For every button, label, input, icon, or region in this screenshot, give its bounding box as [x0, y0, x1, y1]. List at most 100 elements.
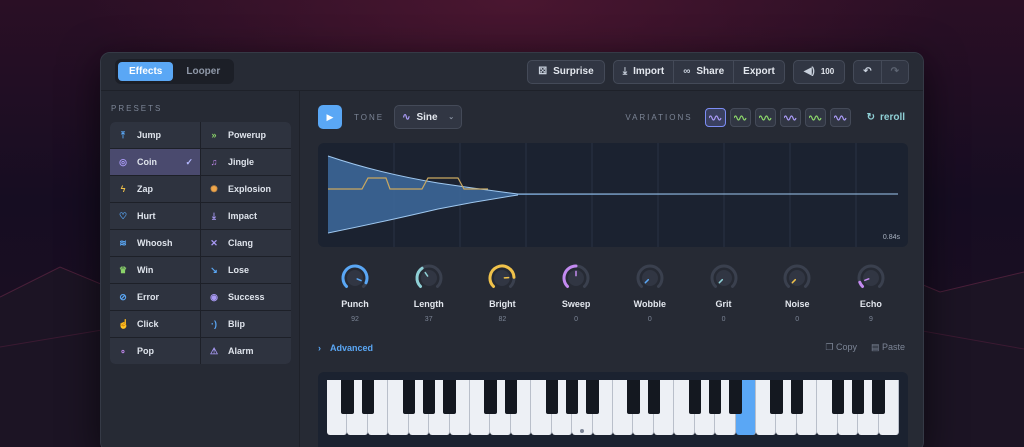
- preset-whoosh[interactable]: ≋ Whoosh: [110, 230, 200, 256]
- knob-dial: [857, 264, 885, 288]
- knob-punch[interactable]: Punch 92: [330, 263, 380, 323]
- tone-value: Sine: [416, 111, 438, 123]
- preset-pop[interactable]: ∘ Pop: [110, 338, 200, 364]
- preset-lose[interactable]: ↘ Lose: [201, 257, 291, 283]
- play-button[interactable]: ▶: [318, 105, 342, 129]
- knob-value: 0: [574, 316, 579, 323]
- knob-dial: [415, 264, 443, 288]
- tone-heading: TONE: [354, 112, 385, 122]
- piano-black-key[interactable]: [770, 380, 783, 414]
- variation-button-2[interactable]: [729, 107, 751, 127]
- preset-label: Success: [228, 292, 265, 302]
- preset-error[interactable]: ⊘ Error: [110, 284, 200, 310]
- advanced-row: › Advanced ❐ Copy ▤ Paste: [318, 342, 905, 353]
- advanced-toggle[interactable]: › Advanced: [318, 343, 373, 353]
- import-label: Import: [633, 66, 665, 77]
- mini-wave-icon: [783, 114, 797, 121]
- knob-noise[interactable]: Noise 0: [772, 263, 822, 323]
- variation-button-3[interactable]: [754, 107, 776, 127]
- preset-coin[interactable]: ◎ Coin ✓: [110, 149, 200, 175]
- piano-black-key[interactable]: [443, 380, 456, 414]
- preset-hurt[interactable]: ♡ Hurt: [110, 203, 200, 229]
- knob-length[interactable]: Length 37: [404, 263, 454, 323]
- piano-black-key[interactable]: [341, 380, 354, 414]
- preset-jump[interactable]: ⤒ Jump: [110, 122, 200, 148]
- piano-black-key[interactable]: [361, 380, 374, 414]
- piano-black-key[interactable]: [709, 380, 722, 414]
- burst-icon: ✺: [210, 183, 218, 194]
- piano-black-key[interactable]: [545, 380, 558, 414]
- knob-row: Punch 92 Length 37 Bright 82 Sweep 0 Wobble 0 Grit…: [318, 263, 908, 323]
- variation-button-6[interactable]: [829, 107, 851, 127]
- preset-clang[interactable]: ✕ Clang: [201, 230, 291, 256]
- knob-label: Length: [413, 299, 444, 309]
- knob-dial: [562, 264, 590, 288]
- piano-black-key[interactable]: [852, 380, 865, 414]
- piano-black-key[interactable]: [586, 380, 599, 414]
- preset-click[interactable]: ☝ Click: [110, 311, 200, 337]
- tab-effects[interactable]: Effects: [118, 62, 174, 81]
- presets-grid: ⤒ Jump » Powerup ◎ Coin ✓ ♫ Jingle ϟ Zap ✺ Explosion…: [110, 122, 291, 364]
- piano-black-key[interactable]: [484, 380, 497, 414]
- undo-button[interactable]: ↶: [854, 60, 882, 83]
- knob-dial: [710, 264, 737, 288]
- piano-black-key[interactable]: [831, 380, 844, 414]
- mini-wave-icon: [833, 114, 847, 121]
- piano-black-key[interactable]: [790, 380, 803, 414]
- chevron-down-icon: ⌄: [448, 114, 455, 121]
- preset-explosion[interactable]: ✺ Explosion: [201, 176, 291, 202]
- knob-grit[interactable]: Grit 0: [699, 263, 749, 323]
- copy-button[interactable]: ❐ Copy: [825, 342, 857, 353]
- export-button[interactable]: Export: [734, 61, 784, 83]
- preset-alarm[interactable]: ⚠ Alarm: [201, 338, 291, 364]
- tone-select[interactable]: ∿ Sine ⌄: [394, 105, 463, 129]
- preset-impact[interactable]: ⤓ Impact: [201, 203, 291, 229]
- variations-heading: VARIATIONS: [625, 112, 693, 122]
- variation-button-5[interactable]: [804, 107, 826, 127]
- reroll-button[interactable]: ↻ reroll: [867, 112, 905, 123]
- preset-label: Jingle: [228, 157, 255, 167]
- variation-button-1[interactable]: [704, 107, 726, 127]
- share-label: Share: [696, 66, 725, 77]
- piano-black-key[interactable]: [872, 380, 885, 414]
- trend-down-icon: ↘: [210, 264, 218, 275]
- knob-value: 82: [498, 316, 507, 323]
- piano-black-key[interactable]: [423, 380, 436, 414]
- share-button[interactable]: ∞ Share: [674, 60, 735, 83]
- knob-wobble[interactable]: Wobble 0: [625, 263, 675, 323]
- knob-dial: [488, 264, 516, 288]
- piano-black-key[interactable]: [647, 380, 660, 414]
- preset-zap[interactable]: ϟ Zap: [110, 176, 200, 202]
- surprise-button[interactable]: ⚄ Surprise: [527, 59, 605, 84]
- preset-powerup[interactable]: » Powerup: [201, 122, 291, 148]
- tab-looper[interactable]: Looper: [175, 62, 231, 81]
- preset-jingle[interactable]: ♫ Jingle: [201, 149, 291, 175]
- piano-black-key[interactable]: [627, 380, 640, 414]
- piano-black-key[interactable]: [566, 380, 579, 414]
- variation-button-4[interactable]: [779, 107, 801, 127]
- piano-black-key[interactable]: [688, 380, 701, 414]
- knob-label: Echo: [859, 299, 882, 309]
- bolt-icon: ϟ: [120, 184, 126, 194]
- preset-blip[interactable]: ·) Blip: [201, 311, 291, 337]
- preset-label: Clang: [228, 238, 254, 248]
- piano-black-key[interactable]: [729, 380, 742, 414]
- preset-success[interactable]: ◉ Success: [201, 284, 291, 310]
- preset-win[interactable]: ♛ Win: [110, 257, 200, 283]
- volume-control[interactable]: ◀) 100: [792, 59, 846, 84]
- variation-buttons: [704, 107, 851, 127]
- redo-button[interactable]: ↷: [882, 61, 908, 83]
- preset-label: Hurt: [137, 211, 156, 221]
- knob-echo[interactable]: Echo 9: [846, 263, 896, 323]
- paste-button[interactable]: ▤ Paste: [871, 342, 905, 353]
- presets-sidebar: PRESETS ⤒ Jump » Powerup ◎ Coin ✓ ♫ Jingle ϟ Zap ✺ E…: [101, 91, 300, 447]
- import-button[interactable]: ⤓ Import: [614, 60, 675, 83]
- mini-wave-icon: [708, 114, 722, 121]
- knob-label: Sweep: [561, 299, 591, 309]
- knob-sweep[interactable]: Sweep 0: [551, 263, 601, 323]
- editor-panel: ▶ TONE ∿ Sine ⌄ VARIATIONS ↻ reroll 0.84…: [301, 91, 923, 447]
- piano-black-key[interactable]: [504, 380, 517, 414]
- piano-black-key[interactable]: [402, 380, 415, 414]
- knob-bright[interactable]: Bright 82: [477, 263, 527, 323]
- preset-label: Coin: [137, 157, 157, 167]
